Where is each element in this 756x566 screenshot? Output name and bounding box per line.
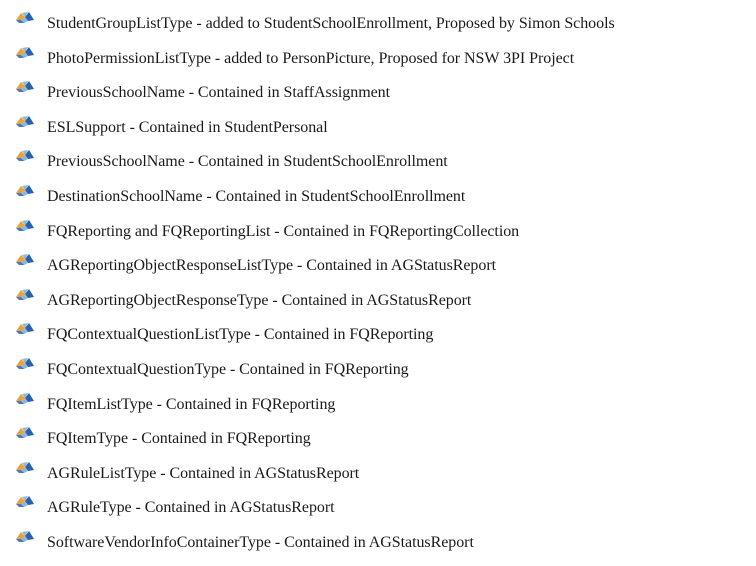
list-item-text: AGReportingObjectResponseType - Containe… (47, 291, 472, 309)
sif-bullet-icon (15, 115, 35, 129)
list-item-text: PreviousSchoolName - Contained in Studen… (47, 153, 448, 171)
list-item-text: FQItemType - Contained in FQReporting (47, 430, 311, 448)
list-item: AGReportingObjectResponseListType - Cont… (0, 242, 756, 277)
sif-bullet-icon (15, 253, 35, 267)
list-item: PreviousSchoolName - Contained in Studen… (0, 138, 756, 173)
list-item: PreviousSchoolName - Contained in StaffA… (0, 69, 756, 104)
sif-bullet-icon (15, 357, 35, 371)
list-item-text: SoftwareVendorInfoContainerType - Contai… (47, 533, 474, 551)
list-item: DestinationSchoolName - Contained in Stu… (0, 173, 756, 208)
list-item: FQContextualQuestionType - Contained in … (0, 346, 756, 381)
list-item: AGRuleType - Contained in AGStatusReport (0, 484, 756, 519)
list-item: FQItemType - Contained in FQReporting (0, 415, 756, 450)
list-item-text: ESLSupport - Contained in StudentPersona… (47, 118, 328, 136)
sif-bullet-icon (15, 46, 35, 60)
sif-bullet-icon (15, 80, 35, 94)
list-item: FQContextualQuestionListType - Contained… (0, 311, 756, 346)
list-item: AGReportingObjectResponseType - Containe… (0, 277, 756, 312)
list-item-text: AGReportingObjectResponseListType - Cont… (47, 257, 497, 275)
sif-bullet-icon (15, 184, 35, 198)
sif-bullet-icon (15, 426, 35, 440)
list-item-text: AGRuleListType - Contained in AGStatusRe… (47, 464, 360, 482)
list-item-text: FQContextualQuestionListType - Contained… (47, 326, 434, 344)
list-item-text: PreviousSchoolName - Contained in StaffA… (47, 84, 390, 102)
sif-bullet-icon (15, 530, 35, 544)
list-item-text: DestinationSchoolName - Contained in Stu… (47, 187, 466, 205)
list-item: StudentGroupListType - added to StudentS… (0, 0, 756, 35)
list-item: FQItemListType - Contained in FQReportin… (0, 381, 756, 416)
sif-bullet-icon (15, 461, 35, 475)
sif-bullet-icon (15, 149, 35, 163)
sif-bullet-icon (15, 288, 35, 302)
sif-bullet-icon (15, 11, 35, 25)
list-item-text: AGRuleType - Contained in AGStatusReport (47, 499, 335, 517)
bullet-list: StudentGroupListType - added to StudentS… (0, 0, 756, 554)
list-item: SoftwareVendorInfoContainerType - Contai… (0, 519, 756, 554)
list-item-text: FQReporting and FQReportingList - Contai… (47, 222, 520, 240)
list-item: PhotoPermissionListType - added to Perso… (0, 35, 756, 70)
list-item-text: StudentGroupListType - added to StudentS… (47, 15, 615, 32)
list-item-text: FQItemListType - Contained in FQReportin… (47, 395, 336, 413)
list-item-text: FQContextualQuestionType - Contained in … (47, 360, 409, 378)
sif-bullet-icon (15, 219, 35, 233)
list-item-text: PhotoPermissionListType - added to Perso… (47, 49, 575, 67)
sif-bullet-icon (15, 495, 35, 509)
sif-bullet-icon (15, 322, 35, 336)
list-item: FQReporting and FQReportingList - Contai… (0, 208, 756, 243)
sif-bullet-icon (15, 392, 35, 406)
list-item: AGRuleListType - Contained in AGStatusRe… (0, 450, 756, 485)
list-item: ESLSupport - Contained in StudentPersona… (0, 104, 756, 139)
